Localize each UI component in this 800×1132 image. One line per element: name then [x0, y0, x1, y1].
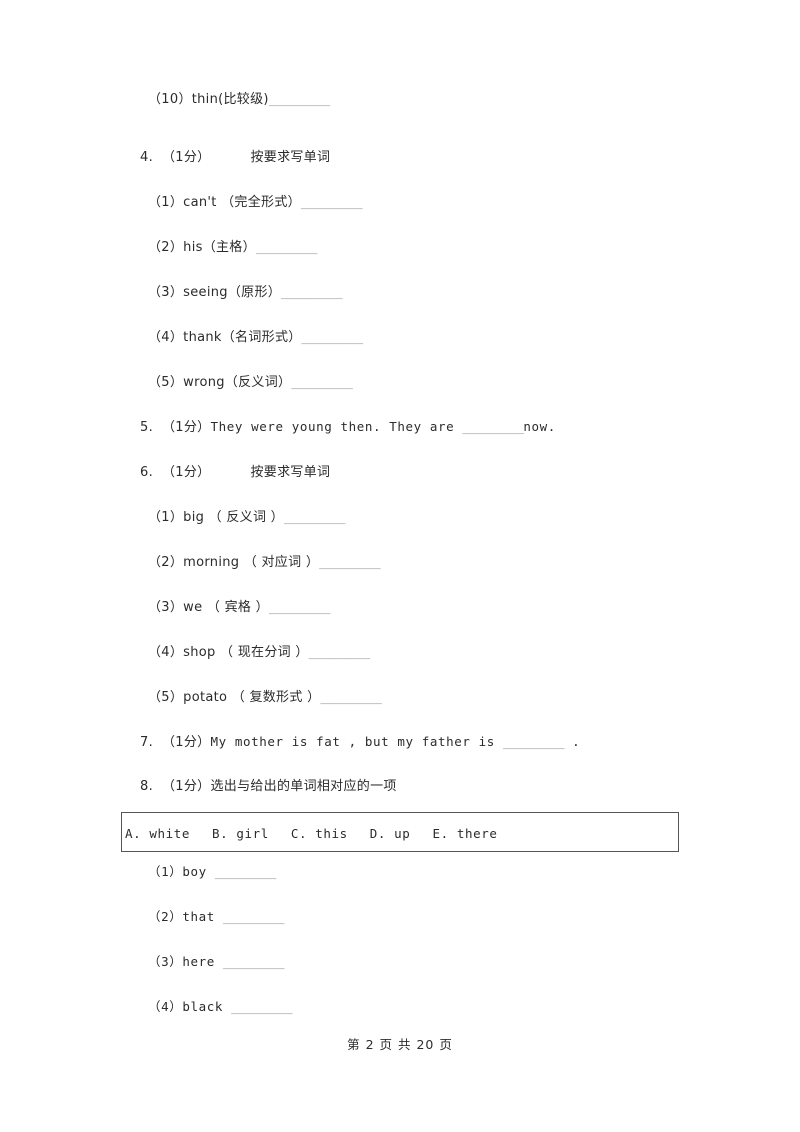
list-item: （1）boy ________ — [148, 865, 276, 880]
answer-blank[interactable]: ________ — [301, 194, 363, 210]
answer-blank[interactable]: ________ — [320, 689, 382, 705]
sub-item-label: （2）morning （ 对应词 ） — [148, 555, 320, 570]
answer-blank[interactable]: ________ — [291, 374, 353, 390]
question-title: 按要求写单词 — [250, 150, 331, 165]
sub-item-label: （5）potato （ 复数形式 ） — [148, 690, 321, 705]
sub-item-label: （5）wrong（反义词） — [148, 375, 292, 390]
list-item: （2）morning （ 对应词 ）________ — [148, 554, 381, 570]
option-c[interactable]: C. this — [291, 826, 348, 841]
answer-blank[interactable]: ________ — [269, 91, 331, 107]
question-number: 7. — [140, 735, 154, 750]
list-item: （1）big （ 反义词 ）________ — [148, 509, 346, 525]
answer-blank[interactable]: ________ — [302, 329, 364, 345]
sub-item-label: （2）that — [148, 909, 223, 924]
sub-item-label: （10）thin(比较级) — [148, 92, 269, 107]
answer-blank[interactable]: ________ — [309, 644, 371, 660]
list-item: （4）thank（名词形式）________ — [148, 330, 363, 345]
question-sentence-before: They were young then. They are — [210, 419, 463, 434]
answer-blank[interactable]: ________ — [319, 554, 381, 570]
sub-item-label: （4）black — [148, 999, 232, 1014]
question-marks: （1分） — [162, 465, 211, 480]
option-d[interactable]: D. up — [370, 826, 411, 841]
question-sentence-after: now. — [523, 419, 556, 434]
answer-blank[interactable]: ________ — [281, 284, 343, 300]
answer-blank[interactable]: ________ — [223, 954, 285, 970]
answer-blank[interactable]: ________ — [215, 864, 277, 880]
option-a[interactable]: A. white — [125, 826, 190, 841]
list-item: （3）we （ 宾格 ）________ — [148, 600, 330, 615]
list-item: （3）here ________ — [148, 954, 285, 970]
question-marks: （1分） — [162, 779, 211, 794]
option-list: A. white B. girl C. this D. up E. there — [125, 826, 519, 841]
option-box: A. white B. girl C. this D. up E. there — [121, 812, 679, 852]
question-number: 6. — [140, 465, 154, 480]
list-item: （4）black ________ — [148, 999, 293, 1015]
list-item: （5）potato （ 复数形式 ）________ — [148, 689, 382, 705]
answer-blank[interactable]: ________ — [231, 999, 293, 1015]
option-b[interactable]: B. girl — [212, 826, 269, 841]
answer-blank[interactable]: ________ — [462, 419, 524, 435]
sub-item-label: （4）shop （ 现在分词 ） — [148, 645, 309, 660]
question-title: 选出与给出的单词相对应的一项 — [210, 779, 397, 794]
question-4: 4. （1分） 按要求写单词 — [140, 150, 330, 164]
list-item: （2）that ________ — [148, 909, 285, 925]
list-item: （2）his（主格）________ — [148, 240, 317, 255]
page-footer: 第 2 页 共 20 页 — [0, 1034, 800, 1053]
question-number: 5. — [140, 420, 154, 435]
question-sentence-after: . — [564, 734, 581, 749]
answer-blank[interactable]: ________ — [223, 909, 285, 925]
question-marks: （1分） — [162, 735, 211, 750]
question-marks: （1分） — [162, 150, 211, 165]
question-number: 4. — [140, 150, 154, 165]
sub-item-label: （3）seeing（原形） — [148, 285, 282, 300]
sub-item-label: （1）big （ 反义词 ） — [148, 510, 284, 525]
sub-item-label: （1）boy — [148, 864, 215, 879]
answer-blank[interactable]: ________ — [256, 239, 318, 255]
sub-item-label: （1）can't （完全形式） — [148, 195, 301, 210]
list-item: （10）thin(比较级)________ — [148, 92, 330, 107]
question-title: 按要求写单词 — [250, 465, 331, 480]
list-item: （3）seeing（原形）________ — [148, 284, 343, 300]
sub-item-label: （3）we （ 宾格 ） — [148, 600, 269, 615]
answer-blank[interactable]: ________ — [503, 734, 565, 750]
question-number: 8. — [140, 779, 154, 794]
list-item: （1）can't （完全形式）________ — [148, 195, 362, 210]
list-item: （5）wrong（反义词）________ — [148, 374, 353, 390]
sub-item-label: （3）here — [148, 954, 223, 969]
question-6: 6. （1分） 按要求写单词 — [140, 465, 330, 479]
question-7: 7. （1分）My mother is fat , but my father i… — [140, 735, 580, 750]
list-item: （4）shop （ 现在分词 ）________ — [148, 645, 370, 660]
answer-blank[interactable]: ________ — [284, 509, 346, 525]
option-e[interactable]: E. there — [432, 826, 497, 841]
document-page: （10）thin(比较级)________ 4. （1分） 按要求写单词 （1）ca… — [0, 0, 800, 1132]
answer-blank[interactable]: ________ — [269, 599, 331, 615]
sub-item-label: （2）his（主格） — [148, 240, 256, 255]
question-sentence-before: My mother is fat , but my father is — [210, 734, 504, 749]
question-5: 5. （1分）They were young then. They are ___… — [140, 420, 556, 435]
page-indicator: 第 2 页 共 20 页 — [347, 1037, 453, 1052]
question-8: 8. （1分）选出与给出的单词相对应的一项 — [140, 779, 397, 793]
sub-item-label: （4）thank（名词形式） — [148, 330, 302, 345]
question-marks: （1分） — [162, 420, 211, 435]
